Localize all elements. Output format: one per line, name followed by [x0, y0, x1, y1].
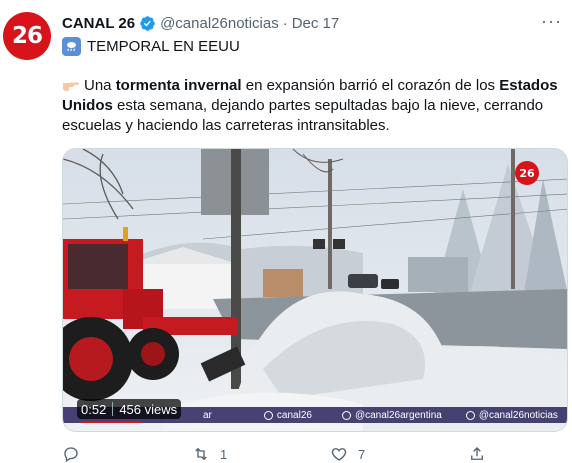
body-bold-1: tormenta invernal [115, 77, 242, 94]
verified-badge-icon [139, 15, 156, 32]
tweet-actions: 1 7 [62, 444, 568, 463]
instagram-icon [341, 410, 351, 420]
ticker-item: @canal26noticias [465, 410, 558, 421]
video-progress-bar[interactable] [81, 421, 142, 423]
video-info-overlay: 0:52 456 views [77, 399, 182, 419]
subtitle-text: TEMPORAL EN EEUU [87, 37, 240, 55]
avatar[interactable]: 26 [3, 12, 51, 60]
instagram-icon [263, 410, 273, 420]
reply-icon [64, 447, 78, 462]
twitter-icon [465, 410, 475, 420]
channel-badge-logo: 26 [515, 161, 539, 185]
video-views: 456 views [119, 401, 178, 417]
share-icon [471, 447, 483, 460]
tweet-date[interactable]: Dec 17 [292, 15, 340, 32]
pointing-hand-emoji-icon [62, 78, 80, 92]
tweet-header: CANAL 26 @canal26noticias · Dec 17 ··· [62, 11, 562, 33]
like-button[interactable]: 7 [330, 445, 365, 463]
tweet-body: Una tormenta invernal en expansión barri… [62, 76, 562, 136]
separator-dot: · [282, 14, 288, 32]
ticker-item: @canal26argentina [341, 410, 442, 421]
retweet-icon [195, 447, 207, 461]
tweet-subtitle-line: TEMPORAL EN EEUU [62, 36, 240, 56]
ticker-item: canal26 [263, 410, 312, 421]
video-thumbnail [63, 149, 567, 431]
like-icon [331, 448, 347, 461]
video-duration: 0:52 [81, 401, 107, 417]
share-button[interactable] [468, 445, 496, 463]
retweet-button[interactable]: 1 [192, 445, 227, 463]
body-part-1: Una [84, 77, 116, 94]
avatar-logo-text: 26 [11, 23, 43, 49]
video-player[interactable]: 26 ar canal26 @canal26argentina @canal26… [62, 148, 568, 432]
cloud-rain-emoji-icon [62, 36, 81, 56]
display-name[interactable]: CANAL 26 [62, 15, 135, 32]
body-part-2: en expansión barrió el corazón de los [241, 77, 500, 94]
handle[interactable]: @canal26noticias [160, 15, 279, 32]
reply-button[interactable] [62, 445, 90, 463]
more-icon[interactable]: ··· [541, 11, 562, 32]
divider [112, 402, 114, 416]
body-part-3: esta semana, dejando partes sepultadas b… [62, 97, 544, 134]
ticker-item: ar [203, 409, 212, 421]
